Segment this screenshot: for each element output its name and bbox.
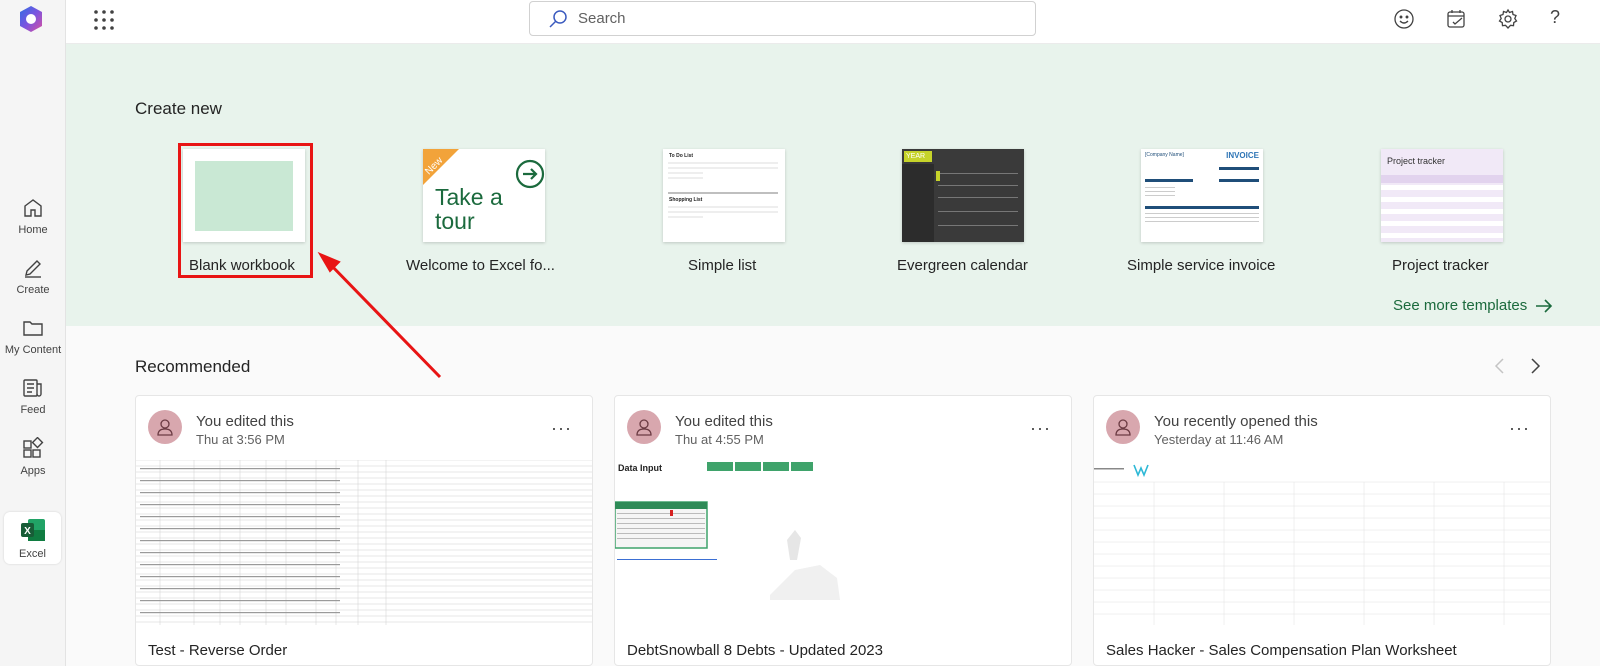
pen-icon <box>25 260 41 278</box>
card-file-name: Test - Reverse Order <box>148 642 288 659</box>
rail-item-create[interactable]: Create <box>0 256 66 312</box>
file-preview: Data Input <box>615 460 1071 625</box>
take-a-tour-text: Take a tour <box>435 184 503 234</box>
avatar <box>1106 410 1140 444</box>
rail-item-excel[interactable]: X Excel <box>4 512 61 564</box>
search-input[interactable]: Search <box>529 1 1036 36</box>
card-activity: You edited this <box>675 413 773 430</box>
list-grid-icon <box>668 162 778 218</box>
card-activity: You recently opened this <box>1154 413 1318 430</box>
person-icon <box>636 419 652 436</box>
chevron-left-icon[interactable] <box>1490 356 1510 376</box>
rail-item-label: My Content <box>4 344 62 356</box>
whats-new-icon[interactable] <box>1445 8 1467 30</box>
rail-item-label: Apps <box>20 465 46 477</box>
template-project-tracker[interactable]: Project tracker Project tracker <box>1381 149 1531 279</box>
search-placeholder: Search <box>578 10 626 27</box>
left-rail: Home Create My Content Feed Apps X Excel <box>0 0 66 666</box>
rail-item-home[interactable]: Home <box>0 196 66 252</box>
debt-snowball-preview-icon <box>615 462 840 600</box>
card-activity: You edited this <box>196 413 294 430</box>
card-time: Thu at 4:55 PM <box>675 432 764 447</box>
recommended-card[interactable]: You edited this Thu at 3:56 PM ··· Test … <box>135 395 593 666</box>
folder-icon <box>23 321 43 336</box>
feedback-smiley-icon[interactable] <box>1393 8 1415 30</box>
file-preview <box>136 460 592 625</box>
more-options-icon[interactable]: ··· <box>1030 418 1051 439</box>
excel-icon: X <box>20 519 45 541</box>
file-preview <box>1094 460 1550 625</box>
more-options-icon[interactable]: ··· <box>551 418 572 439</box>
avatar <box>148 410 182 444</box>
arrow-right-icon <box>1536 298 1553 313</box>
invoice-lines-icon <box>1145 167 1259 222</box>
person-icon <box>1115 419 1131 436</box>
template-thumbnail: New Take a tour <box>423 149 545 242</box>
recommended-title: Recommended <box>135 357 251 376</box>
rail-item-apps[interactable]: Apps <box>0 437 66 493</box>
sales-worksheet-preview-icon <box>1094 464 1550 625</box>
calendar-grid-icon <box>936 171 1018 226</box>
apps-icon <box>23 437 44 458</box>
template-take-a-tour[interactable]: New Take a tour Welcome to Excel fo... <box>406 149 573 279</box>
card-file-name: DebtSnowball 8 Debts - Updated 2023 <box>627 642 883 659</box>
top-bar: Search ? <box>66 0 1600 44</box>
template-thumbnail: Project tracker <box>1381 149 1503 242</box>
card-file-name: Sales Hacker - Sales Compensation Plan W… <box>1106 642 1457 659</box>
rail-item-my-content[interactable]: My Content <box>0 316 66 372</box>
highlight-box <box>178 143 313 278</box>
rail-item-label: Home <box>18 224 48 236</box>
template-thumbnail: YEAR <box>902 149 1024 242</box>
template-label: Simple service invoice <box>1127 257 1276 274</box>
template-evergreen-calendar[interactable]: YEAR Evergreen calendar <box>897 149 1052 279</box>
recommended-card[interactable]: You recently opened this Yesterday at 11… <box>1093 395 1551 666</box>
svg-text:X: X <box>24 526 31 537</box>
rail-item-label: Feed <box>20 404 46 416</box>
chevron-right-icon[interactable] <box>1525 356 1545 376</box>
template-thumbnail: To Do List Shopping List <box>663 149 785 242</box>
settings-gear-icon[interactable] <box>1497 8 1519 30</box>
template-label: Evergreen calendar <box>897 257 1028 274</box>
rail-item-label: Excel <box>19 548 46 560</box>
app-launcher-icon[interactable] <box>93 9 115 31</box>
feed-icon <box>23 379 42 397</box>
spreadsheet-preview-icon <box>136 460 592 625</box>
tracker-table-icon <box>1381 175 1503 238</box>
home-icon <box>24 199 42 217</box>
rail-item-feed[interactable]: Feed <box>0 376 66 432</box>
see-more-templates-link[interactable]: See more templates <box>1393 297 1553 314</box>
more-options-icon[interactable]: ··· <box>1509 418 1530 439</box>
see-more-label: See more templates <box>1393 297 1528 314</box>
template-simple-list[interactable]: To Do List Shopping List Simple list <box>663 149 813 279</box>
template-simple-service-invoice[interactable]: [Company Name] INVOICE Simple service in… <box>1127 149 1291 279</box>
template-thumbnail: [Company Name] INVOICE <box>1141 149 1263 242</box>
shopping-list-text: Shopping List <box>669 197 703 203</box>
template-label: Simple list <box>688 257 757 274</box>
help-icon[interactable]: ? <box>1550 7 1572 29</box>
avatar <box>627 410 661 444</box>
card-time: Thu at 3:56 PM <box>196 432 285 447</box>
microsoft365-logo-icon[interactable] <box>16 4 46 34</box>
rail-item-label: Create <box>16 284 50 296</box>
create-new-title: Create new <box>135 99 222 118</box>
search-icon <box>549 9 567 28</box>
recommended-card[interactable]: You edited this Thu at 4:55 PM ··· Data … <box>614 395 1072 666</box>
person-icon <box>157 419 173 436</box>
template-label: Welcome to Excel fo... <box>406 257 555 274</box>
template-label: Project tracker <box>1392 257 1489 274</box>
card-time: Yesterday at 11:46 AM <box>1154 432 1284 447</box>
